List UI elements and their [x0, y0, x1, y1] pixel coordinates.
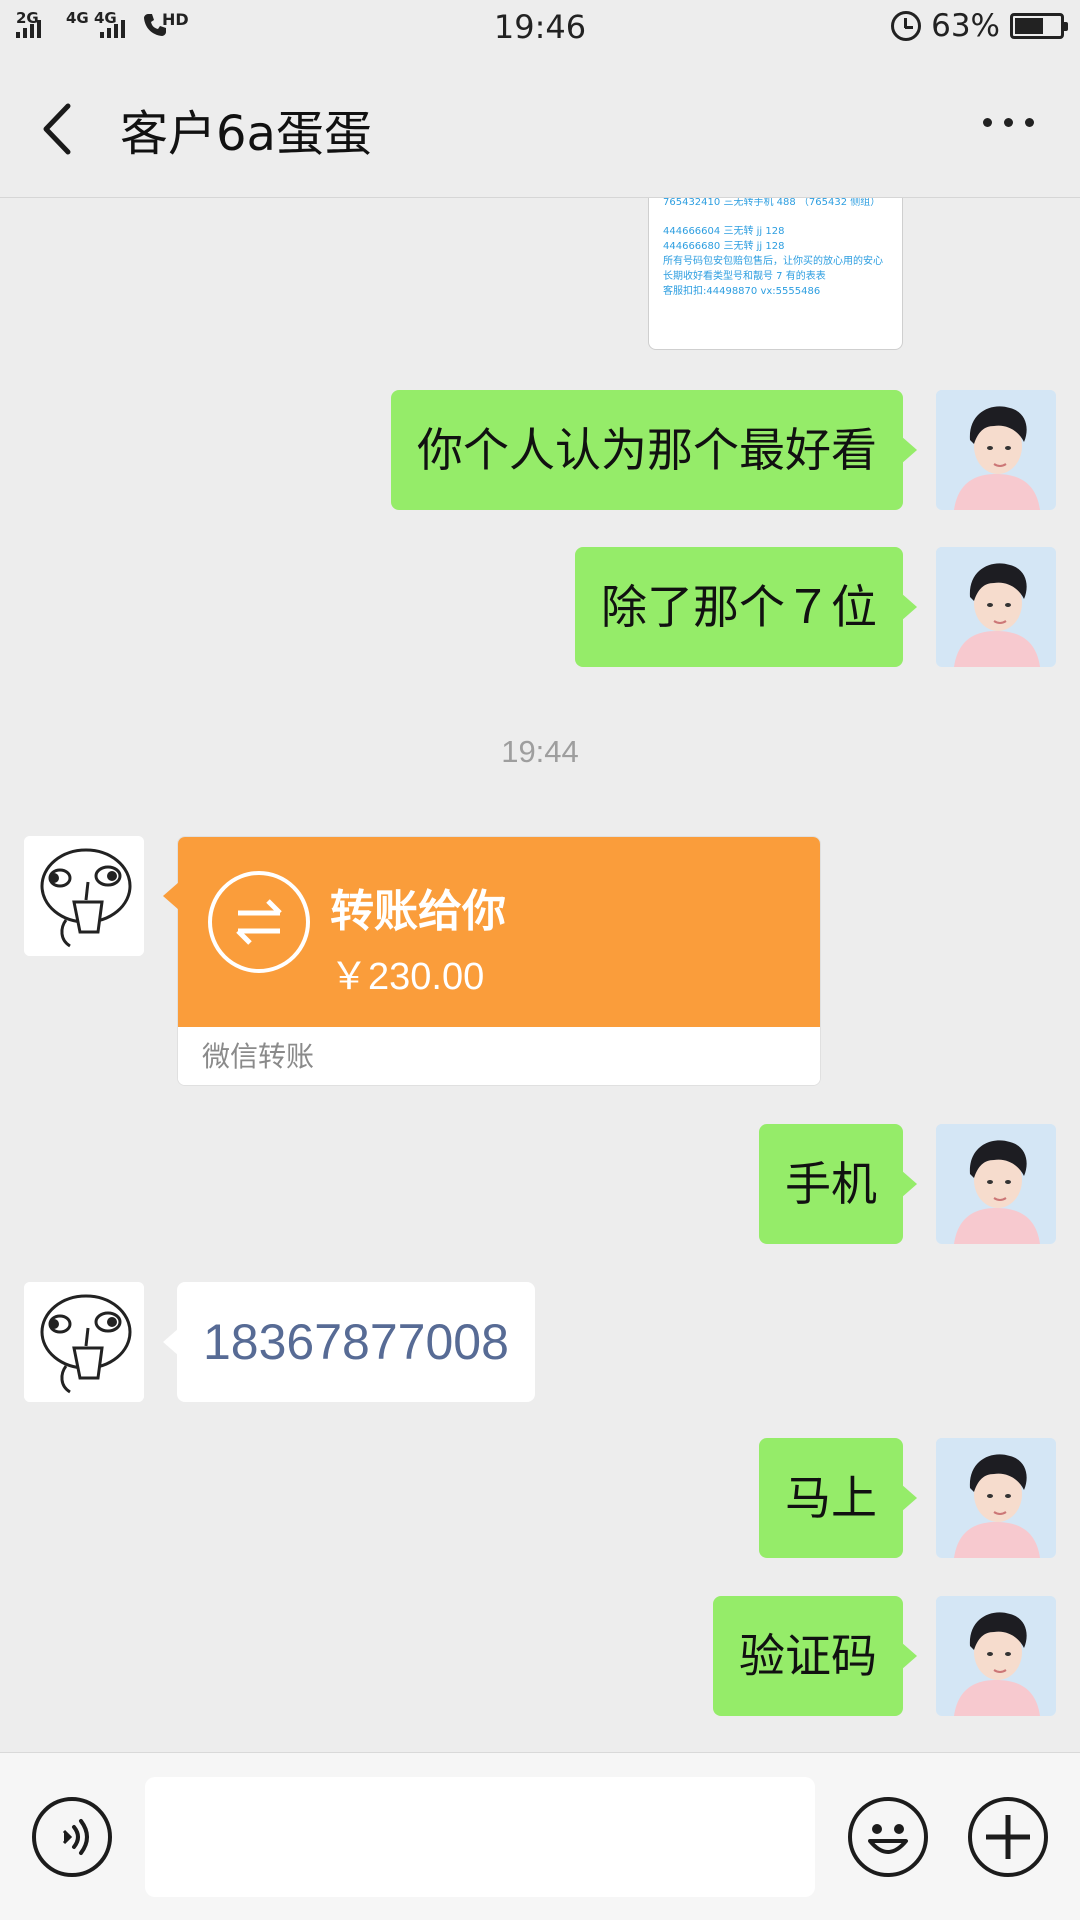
image-text-line: 444666680 三无转 jj 128 [663, 241, 785, 252]
battery-percent: 63% [931, 8, 1000, 44]
transfer-amount: ￥230.00 [330, 956, 485, 998]
transfer-card[interactable]: 转账给你 ￥230.00 微信转账 [177, 836, 821, 1086]
image-text-line: 444666604 三无转 jj 128 [663, 226, 785, 237]
more-options-icon[interactable] [983, 118, 1034, 127]
voice-icon[interactable] [32, 1797, 112, 1877]
message-bubble-self[interactable]: 除了那个７位 [575, 547, 917, 667]
transfer-card-header: 转账给你 ￥230.00 [178, 837, 820, 1027]
input-bar [0, 1752, 1080, 1920]
avatar-self[interactable] [936, 1124, 1056, 1244]
avatar-self[interactable] [936, 547, 1056, 667]
image-text-line: 客服扣扣:44498870 vx:5555486 [663, 286, 821, 297]
message-bubble-self[interactable]: 马上 [759, 1438, 917, 1558]
image-message[interactable]: 765432410 三无转手机 488 （765432 侧组） 44466660… [648, 198, 903, 350]
avatar-self[interactable] [936, 1596, 1056, 1716]
avatar-self[interactable] [936, 390, 1056, 510]
message-input[interactable] [145, 1777, 815, 1897]
avatar-self-image [936, 1438, 1056, 1558]
avatar-other[interactable] [24, 1282, 144, 1402]
avatar-other[interactable] [24, 836, 144, 956]
chat-header: 客户6a蛋蛋 [0, 56, 1080, 198]
message-bubble-self[interactable]: 手机 [759, 1124, 917, 1244]
status-right: 63% [891, 8, 1068, 44]
chat-messages[interactable]: 765432410 三无转手机 488 （765432 侧组） 44466660… [0, 198, 1080, 1752]
avatar-self-image [936, 390, 1056, 510]
avatar-self-image [936, 547, 1056, 667]
message-bubble-self[interactable]: 验证码 [713, 1596, 917, 1716]
transfer-footer: 微信转账 [178, 1027, 820, 1085]
avatar-other-image [24, 1282, 144, 1402]
battery-icon [1010, 13, 1068, 39]
message-bubble-other[interactable]: 18367877008 [163, 1282, 535, 1402]
transfer-icon [208, 871, 310, 973]
avatar-self-image [936, 1596, 1056, 1716]
message-timestamp: 19:44 [501, 734, 579, 769]
avatar-other-image [24, 836, 144, 956]
alarm-icon [891, 11, 922, 41]
status-bar: 2G 4G 4G HD 19:46 63% [0, 0, 1080, 56]
avatar-self[interactable] [936, 1438, 1056, 1558]
avatar-self-image [936, 1124, 1056, 1244]
image-text-line: 765432410 三无转手机 488 （765432 侧组） [663, 198, 881, 208]
battery-fill [1015, 18, 1043, 34]
transfer-card-tail [163, 882, 179, 910]
message-bubble-self[interactable]: 你个人认为那个最好看 [391, 390, 917, 510]
emoji-icon[interactable] [848, 1797, 928, 1877]
back-arrow-icon[interactable] [40, 102, 74, 156]
chat-title: 客户6a蛋蛋 [120, 106, 372, 162]
transfer-title: 转账给你 [330, 886, 506, 937]
image-text-line: 长期收好看类型号和靓号 7 有的表表 [663, 271, 826, 282]
image-text-line: 所有号码包安包赔包售后，让你买的放心用的安心 [663, 256, 883, 267]
plus-icon[interactable] [968, 1797, 1048, 1877]
